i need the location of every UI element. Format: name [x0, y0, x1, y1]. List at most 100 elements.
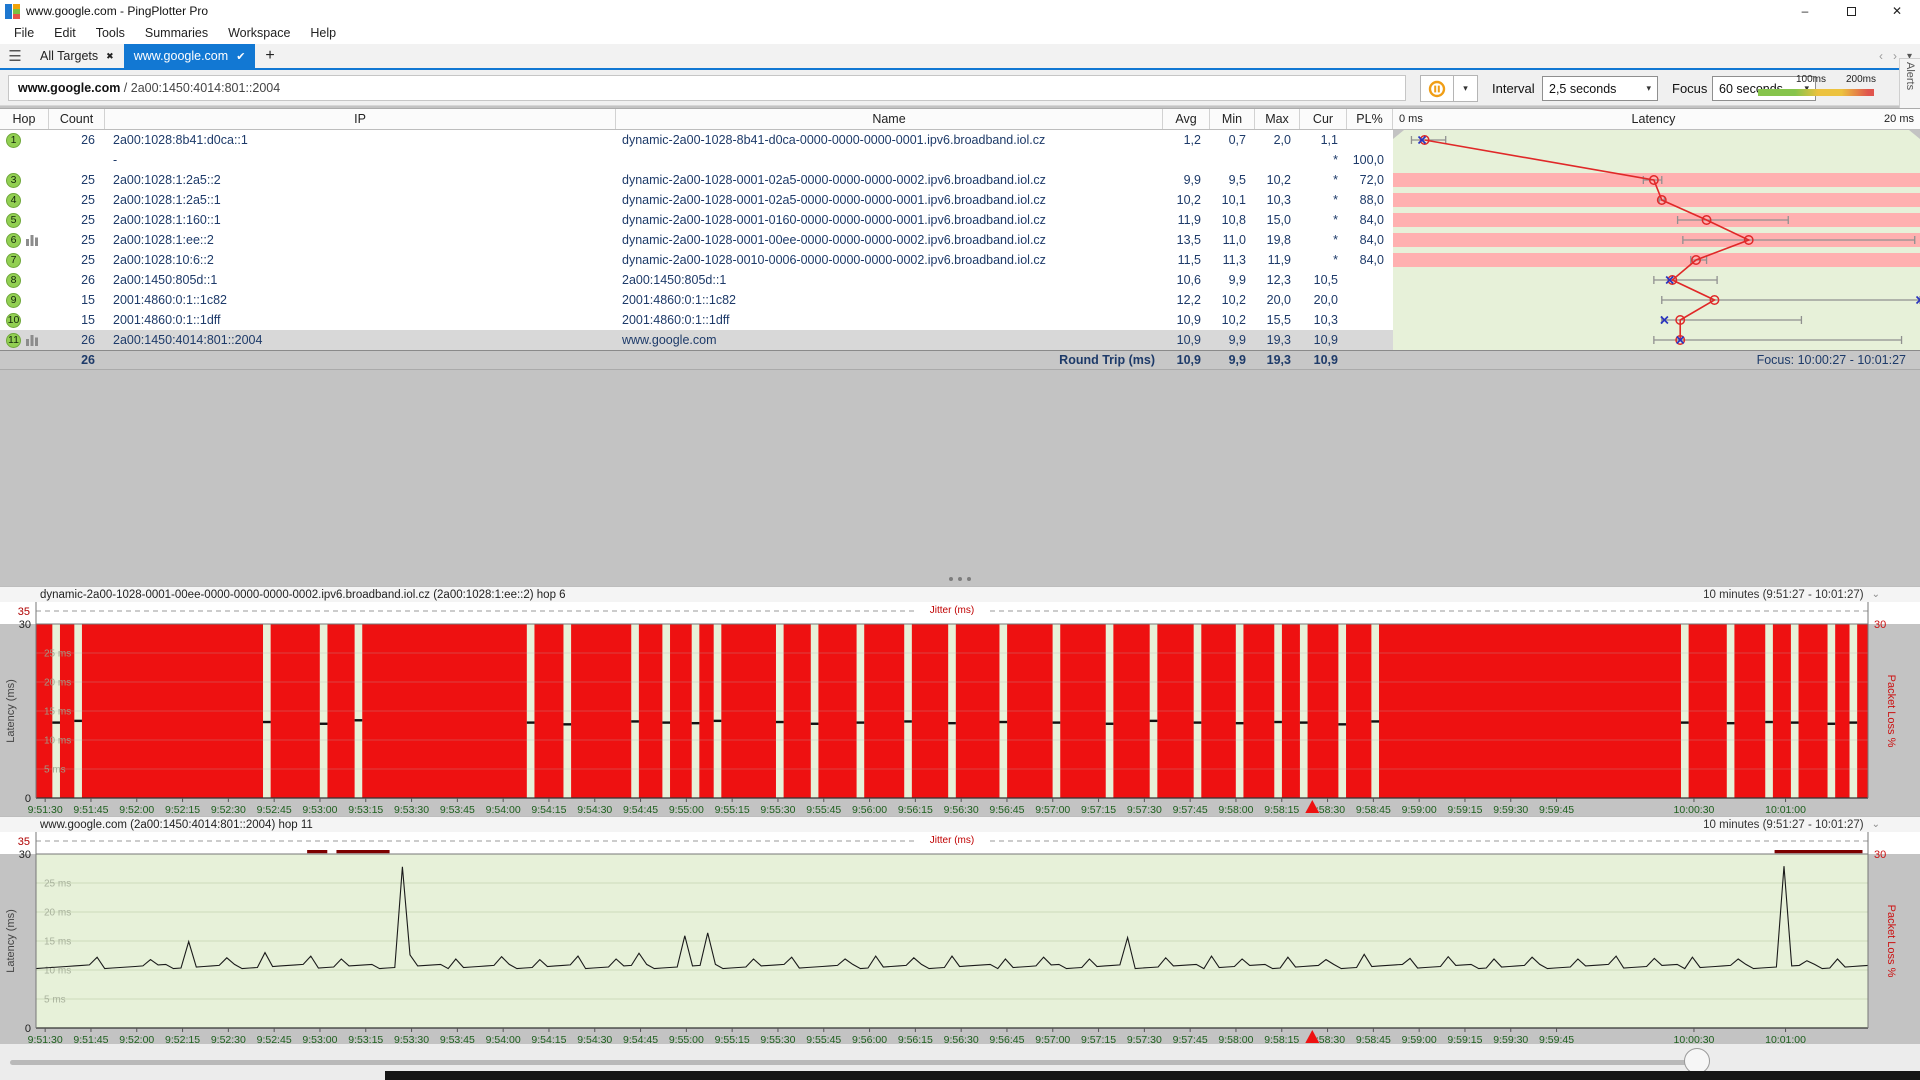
tab-scroll-right-icon[interactable]: ›	[1893, 49, 1897, 63]
table-row[interactable]: 8262a00:1450:805d::12a00:1450:805d::110,…	[0, 270, 1393, 290]
header-name[interactable]: Name	[616, 109, 1163, 129]
toolbar: www.google.com / 2a00:1450:4014:801::200…	[0, 70, 1920, 106]
time-tick-label: 9:59:45	[1539, 804, 1574, 814]
header-min[interactable]: Min	[1210, 109, 1255, 129]
table-row[interactable]: 5252a00:1028:1:160::1dynamic-2a00-1028-0…	[0, 210, 1393, 230]
cell-ip: 2001:4860:0:1::1dff	[105, 310, 616, 330]
cell-cur: *	[1300, 250, 1347, 270]
table-row[interactable]: 9152001:4860:0:1::1c822001:4860:0:1::1c8…	[0, 290, 1393, 310]
cell-min: 10,2	[1210, 290, 1255, 310]
interval-select[interactable]: 2,5 seconds ▾	[1542, 76, 1658, 101]
cell-hop: 8	[0, 270, 49, 290]
hamburger-icon[interactable]: ☰	[0, 44, 30, 68]
time-tick-label: 9:54:45	[623, 804, 658, 814]
cell-hop	[0, 150, 49, 170]
header-pl[interactable]: PL%	[1347, 109, 1393, 129]
cell-name: dynamic-2a00-1028-0001-00ee-0000-0000-00…	[616, 230, 1163, 250]
time-tick-label: 9:59:15	[1447, 1034, 1482, 1044]
time-tick-label: 9:53:45	[440, 804, 475, 814]
maximize-button[interactable]	[1828, 0, 1874, 22]
cell-pl	[1347, 130, 1393, 150]
header-ip[interactable]: IP	[105, 109, 616, 129]
cell-ip: 2a00:1028:1:2a5::2	[105, 170, 616, 190]
cell-cur: *	[1300, 210, 1347, 230]
cell-avg: 1,2	[1163, 130, 1210, 150]
tab-www-google-com[interactable]: www.google.com ✔	[124, 44, 256, 68]
close-button[interactable]: ✕	[1874, 0, 1920, 22]
cell-count: 25	[49, 250, 105, 270]
cell-max: 12,3	[1255, 270, 1300, 290]
table-row[interactable]: 11262a00:1450:4014:801::2004www.google.c…	[0, 330, 1393, 350]
menu-edit[interactable]: Edit	[44, 26, 86, 40]
header-cur[interactable]: Cur	[1300, 109, 1347, 129]
time-tick-label: 9:57:00	[1035, 1034, 1070, 1044]
svg-text:20 ms: 20 ms	[44, 678, 71, 689]
cell-min: 10,2	[1210, 310, 1255, 330]
menu-file[interactable]: File	[4, 26, 44, 40]
cell-name: 2001:4860:0:1::1c82	[616, 290, 1163, 310]
minimize-button[interactable]: –	[1782, 0, 1828, 22]
graph-hop6-range[interactable]: 10 minutes (9:51:27 - 10:01:27)	[1703, 589, 1863, 601]
menu-help[interactable]: Help	[300, 26, 346, 40]
cell-ip: 2a00:1450:805d::1	[105, 270, 616, 290]
graph-hop11-range-caret-icon[interactable]: ⌄	[1872, 819, 1880, 830]
alerts-side-tab[interactable]: Alerts	[1899, 58, 1920, 112]
time-tick-label: 9:58:00	[1218, 804, 1253, 814]
header-max[interactable]: Max	[1255, 109, 1300, 129]
table-row[interactable]: 10152001:4860:0:1::1dff2001:4860:0:1::1d…	[0, 310, 1393, 330]
time-tick-label: 9:53:45	[440, 1034, 475, 1044]
time-tick-label: 9:56:15	[898, 1034, 933, 1044]
cell-pl: 100,0	[1347, 150, 1393, 170]
table-row[interactable]: -*100,0	[0, 150, 1393, 170]
time-tick-label: 9:54:15	[531, 1034, 566, 1044]
new-tab-button[interactable]: +	[255, 44, 284, 68]
svg-text:25 ms: 25 ms	[44, 879, 71, 890]
timeline-graph-hop6: dynamic-2a00-1028-0001-00ee-0000-0000-00…	[0, 586, 1920, 814]
header-count[interactable]: Count	[49, 109, 105, 129]
cell-name: dynamic-2a00-1028-0010-0006-0000-0000-00…	[616, 250, 1163, 270]
splitter-handle[interactable]	[0, 574, 1920, 584]
tab-all-targets[interactable]: All Targets ✖	[30, 44, 124, 68]
tab-close-icon[interactable]: ✖	[106, 51, 114, 62]
cell-avg: 10,2	[1163, 190, 1210, 210]
cell-max: 2,0	[1255, 130, 1300, 150]
time-tick-label: 9:54:15	[531, 804, 566, 814]
time-tick-label: 9:59:00	[1402, 1034, 1437, 1044]
svg-text:20 ms: 20 ms	[44, 908, 71, 919]
cell-hop: 4	[0, 190, 49, 210]
cell-pl	[1347, 290, 1393, 310]
tab-scroll-left-icon[interactable]: ‹	[1879, 49, 1883, 63]
header-latency[interactable]: 0 ms Latency 20 ms	[1393, 109, 1920, 129]
cell-count: 15	[49, 310, 105, 330]
header-avg[interactable]: Avg	[1163, 109, 1210, 129]
menu-tools[interactable]: Tools	[86, 26, 135, 40]
table-row[interactable]: 7252a00:1028:10:6::2dynamic-2a00-1028-00…	[0, 250, 1393, 270]
cell-cur: 10,5	[1300, 270, 1347, 290]
graph-hop11-range[interactable]: 10 minutes (9:51:27 - 10:01:27)	[1703, 819, 1863, 831]
maximize-icon	[1847, 7, 1856, 16]
svg-text:30: 30	[19, 849, 31, 861]
target-ip: 2a00:1450:4014:801::2004	[131, 81, 280, 95]
table-row[interactable]: 1262a00:1028:8b41:d0ca::1dynamic-2a00-10…	[0, 130, 1393, 150]
table-row[interactable]: 4252a00:1028:1:2a5::1dynamic-2a00-1028-0…	[0, 190, 1393, 210]
time-tick-label: 10:01:00	[1765, 1034, 1806, 1044]
tab-bar: ☰ All Targets ✖ www.google.com ✔ + ‹ › ▾	[0, 44, 1920, 70]
graph-hop6-range-caret-icon[interactable]: ⌄	[1872, 589, 1880, 600]
menu-workspace[interactable]: Workspace	[218, 26, 300, 40]
header-hop[interactable]: Hop	[0, 109, 49, 129]
time-tick-label: 9:57:00	[1035, 804, 1070, 814]
time-tick-label: 9:54:30	[577, 804, 612, 814]
menu-summaries[interactable]: Summaries	[135, 26, 218, 40]
cell-max: 19,8	[1255, 230, 1300, 250]
table-row[interactable]: 6252a00:1028:1:ee::2dynamic-2a00-1028-00…	[0, 230, 1393, 250]
table-row[interactable]: 3252a00:1028:1:2a5::2dynamic-2a00-1028-0…	[0, 170, 1393, 190]
time-tick-label: 9:56:30	[944, 1034, 979, 1044]
time-tick-label: 9:57:45	[1173, 1034, 1208, 1044]
pause-options-caret[interactable]: ▾	[1453, 75, 1478, 102]
timeline-scrollbar-track[interactable]	[10, 1060, 1688, 1065]
round-trip-avg: 10,9	[1163, 351, 1210, 369]
round-trip-label: Round Trip (ms)	[616, 351, 1163, 369]
pause-button[interactable]	[1420, 75, 1454, 102]
cell-cur: 10,9	[1300, 330, 1347, 350]
time-tick-label: 9:58:45	[1356, 804, 1391, 814]
